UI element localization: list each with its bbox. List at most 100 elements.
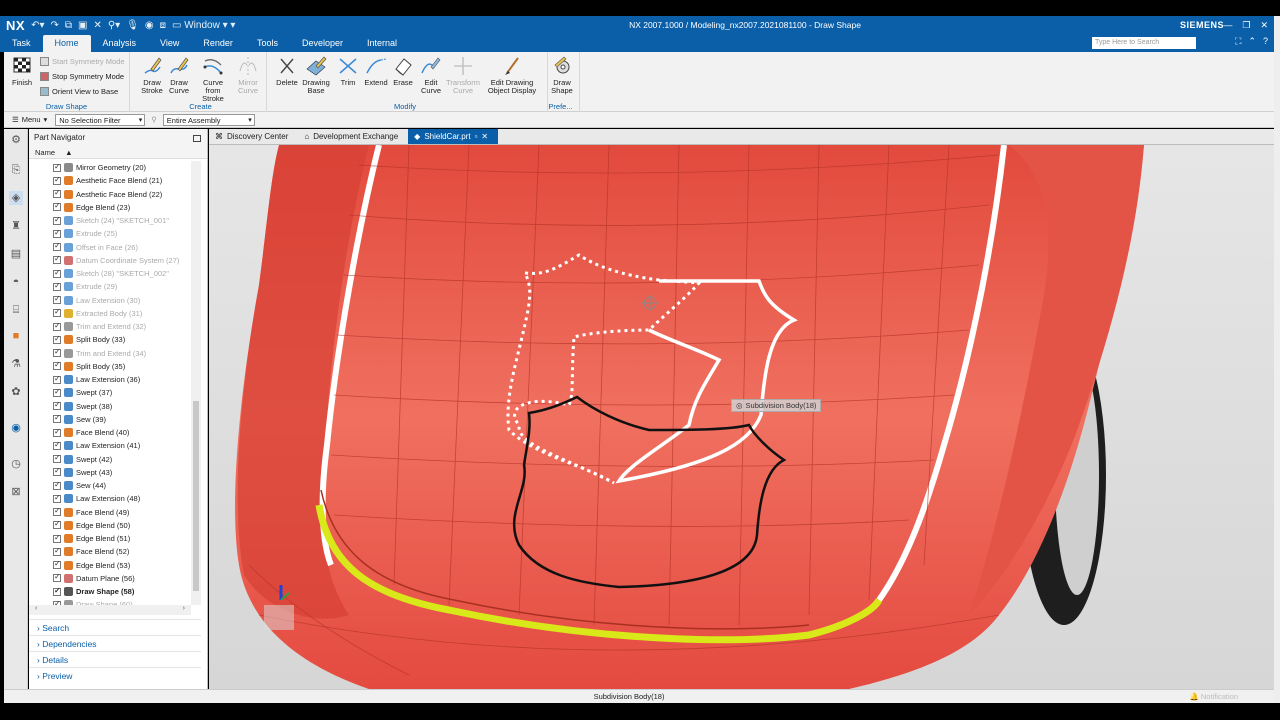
tree-row[interactable]: Trim and Extend (34) xyxy=(29,347,191,360)
graphics-window[interactable]: ◎ Subdivision Body(18) xyxy=(209,145,1274,689)
sheet-metal-icon[interactable]: ⊠ xyxy=(9,485,23,499)
visibility-checkbox[interactable] xyxy=(53,334,61,344)
tree-row[interactable]: Datum Coordinate System (27) xyxy=(29,254,191,267)
extend-button[interactable]: Extend xyxy=(361,55,391,87)
minimize-icon[interactable]: — xyxy=(1223,20,1232,31)
reuse-library-icon[interactable]: ▤ xyxy=(9,247,23,261)
visibility-checkbox[interactable] xyxy=(53,559,61,570)
tree-row[interactable]: Face Blend (52) xyxy=(29,545,191,558)
section-details[interactable]: › Details xyxy=(29,651,201,667)
visibility-checkbox[interactable] xyxy=(53,440,61,450)
system-materials-icon[interactable]: ◉ xyxy=(9,421,23,435)
roles-icon[interactable]: ✿ xyxy=(9,385,23,399)
hd3d-tools-icon[interactable]: ◓ xyxy=(9,275,23,289)
tree-row[interactable]: Law Extension (30) xyxy=(29,294,191,307)
assembly-scope-dropdown[interactable]: Entire Assembly xyxy=(162,113,255,126)
fullscreen-icon[interactable]: ⛶ xyxy=(1235,36,1241,47)
name-column-header[interactable]: Name ▲ xyxy=(29,147,207,159)
tree-row[interactable]: Split Body (35) xyxy=(29,360,191,373)
collapse-ribbon-icon[interactable]: ⌃ xyxy=(1248,36,1256,47)
delete-button[interactable]: Delete xyxy=(272,55,302,87)
visibility-checkbox[interactable] xyxy=(53,546,61,556)
settings-gear-icon[interactable]: ⚙ xyxy=(9,133,23,147)
tree-row[interactable]: Edge Blend (23) xyxy=(29,201,191,214)
visibility-checkbox[interactable] xyxy=(53,228,61,238)
visibility-checkbox[interactable] xyxy=(53,572,61,583)
tab-task[interactable]: Task xyxy=(0,35,43,52)
curve-from-stroke-button[interactable]: Curve from Stroke xyxy=(195,55,231,103)
tab-pin-icon[interactable]: ▫ xyxy=(475,129,478,145)
tree-row[interactable]: Law Extension (48) xyxy=(29,492,191,505)
tree-row[interactable]: Split Body (33) xyxy=(29,333,191,346)
tree-row[interactable]: Draw Shape (60) xyxy=(29,598,191,605)
visibility-checkbox[interactable] xyxy=(53,268,61,278)
visibility-checkbox[interactable] xyxy=(53,321,61,331)
section-dependencies[interactable]: › Dependencies xyxy=(29,635,201,651)
main-menu-button[interactable]: ☰ Menu ▾ xyxy=(4,115,55,124)
redo-icon[interactable]: ↷ xyxy=(50,20,58,31)
switch-window-icon[interactable]: ⧈ xyxy=(160,20,166,31)
scroll-thumb[interactable] xyxy=(193,401,199,591)
command-search-input[interactable]: Type Here to Search xyxy=(1092,37,1196,49)
visibility-checkbox[interactable] xyxy=(53,533,61,543)
tree-row[interactable]: Extrude (29) xyxy=(29,280,191,293)
scroll-left-icon[interactable]: ‹ xyxy=(35,605,37,612)
tree-horizontal-scrollbar[interactable]: ‹ › xyxy=(29,605,191,615)
visibility-checkbox[interactable] xyxy=(53,453,61,464)
visibility-checkbox[interactable] xyxy=(53,466,61,477)
tree-row[interactable]: Edge Blend (50) xyxy=(29,519,191,532)
visibility-checkbox[interactable] xyxy=(53,162,61,172)
tree-row[interactable]: Aesthetic Face Blend (22) xyxy=(29,188,191,201)
close-icon[interactable]: ✕ xyxy=(1260,20,1268,31)
visibility-checkbox[interactable] xyxy=(53,413,61,424)
visibility-checkbox[interactable] xyxy=(53,281,61,291)
window-menu[interactable]: ▭ Window ▾ ▾ xyxy=(172,20,235,31)
finish-button[interactable]: Finish xyxy=(7,55,37,87)
scroll-right-icon[interactable]: › xyxy=(183,605,185,612)
draw-stroke-button[interactable]: Draw Stroke xyxy=(137,55,167,95)
tab-view[interactable]: View xyxy=(148,35,191,52)
tab-development-exchange[interactable]: ⌂ Development Exchange xyxy=(298,129,408,144)
record-icon[interactable]: ◉ xyxy=(145,20,154,31)
visibility-checkbox[interactable] xyxy=(53,387,61,397)
tree-row[interactable]: Trim and Extend (32) xyxy=(29,320,191,333)
visibility-checkbox[interactable] xyxy=(53,360,61,371)
tree-row[interactable]: Sketch (28) "SKETCH_002" xyxy=(29,267,191,280)
tree-row[interactable]: Law Extension (36) xyxy=(29,373,191,386)
undo-icon[interactable]: ↶▾ xyxy=(31,20,44,31)
tree-row[interactable]: Offset in Face (26) xyxy=(29,241,191,254)
tree-row[interactable]: Mirror Geometry (20) xyxy=(29,161,191,174)
tree-vertical-scrollbar[interactable] xyxy=(191,161,201,605)
web-browser-icon[interactable]: ⌸ xyxy=(9,303,23,317)
paste-icon[interactable]: ▣ xyxy=(78,20,87,31)
tree-row[interactable]: Swept (38) xyxy=(29,400,191,413)
tree-row[interactable]: Sketch (24) "SKETCH_001" xyxy=(29,214,191,227)
visibility-checkbox[interactable] xyxy=(53,493,61,503)
tree-row[interactable]: Swept (37) xyxy=(29,386,191,399)
tree-row[interactable]: Aesthetic Face Blend (21) xyxy=(29,174,191,187)
visibility-checkbox[interactable] xyxy=(53,374,61,384)
tree-row[interactable]: Sew (39) xyxy=(29,413,191,426)
tree-row[interactable]: Law Extension (41) xyxy=(29,439,191,452)
car-model-render[interactable] xyxy=(209,145,1274,689)
tree-row[interactable]: Extracted Body (31) xyxy=(29,307,191,320)
visibility-checkbox[interactable] xyxy=(53,188,61,199)
tree-row[interactable]: Extrude (25) xyxy=(29,227,191,240)
tab-analysis[interactable]: Analysis xyxy=(91,35,149,52)
visibility-checkbox[interactable] xyxy=(53,400,61,411)
tree-row[interactable]: Edge Blend (51) xyxy=(29,532,191,545)
tab-home[interactable]: Home xyxy=(42,35,91,52)
tree-row[interactable]: Draw Shape (58) xyxy=(29,585,191,598)
stop-symmetry-button[interactable]: Stop Symmetry Mode xyxy=(40,72,124,81)
selection-filter-dropdown[interactable]: No Selection Filter xyxy=(55,113,146,126)
tree-row[interactable]: Swept (43) xyxy=(29,466,191,479)
history-icon[interactable]: ■ xyxy=(9,329,23,343)
tree-row[interactable]: Face Blend (49) xyxy=(29,506,191,519)
tree-row[interactable]: Swept (42) xyxy=(29,453,191,466)
edit-drawing-display-button[interactable]: Edit Drawing Object Display xyxy=(484,55,540,95)
microphone-icon[interactable]: 🎙 xyxy=(126,20,139,31)
notification-area[interactable]: 🔔 Notification xyxy=(1189,690,1238,703)
mirror-curve-button[interactable]: Mirror Curve xyxy=(233,55,263,95)
constraint-navigator-icon[interactable]: ♜ xyxy=(9,219,23,233)
help-icon[interactable]: ? xyxy=(1263,36,1268,47)
